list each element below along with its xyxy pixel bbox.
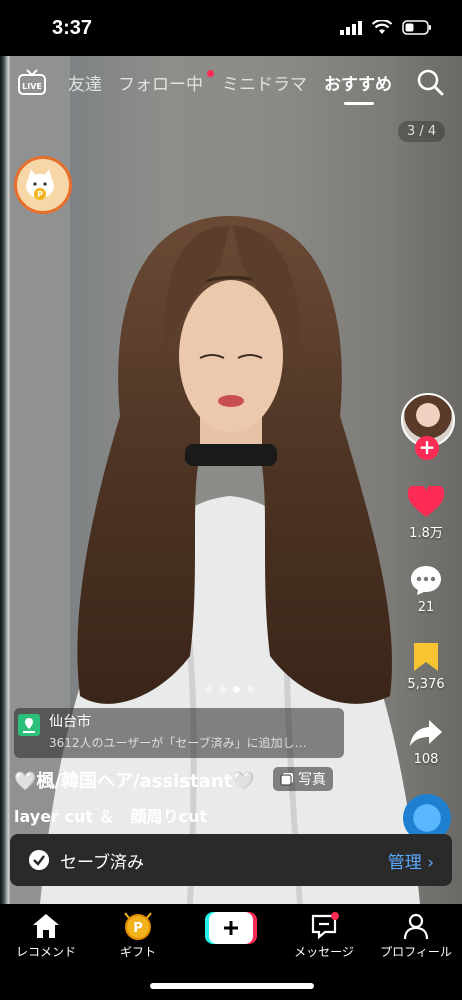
follow-plus-button[interactable]: +: [415, 436, 439, 460]
page-dot: [205, 686, 212, 693]
location-pin-icon: [18, 714, 40, 736]
svg-text:P: P: [37, 190, 43, 199]
nav-home[interactable]: レコメンド: [3, 912, 89, 960]
like-count: 1.8万: [409, 526, 443, 541]
chevron-right-icon: ›: [427, 853, 434, 873]
tab-mini-drama[interactable]: ミニドラマ: [222, 70, 307, 95]
active-tab-indicator: [344, 102, 374, 105]
page-dot: [247, 686, 254, 693]
bookmark-icon: [414, 643, 438, 671]
home-indicator: [150, 983, 314, 989]
location-anchor[interactable]: 仙台市 3612人のユーザーが「セーブ済み」に追加し…: [14, 708, 344, 758]
checkmark-icon: [29, 850, 49, 870]
bottom-navigation: レコメンド P ギフト メッセージ プロフィール: [0, 904, 462, 1000]
save-button[interactable]: 5,376: [396, 641, 456, 692]
battery-icon: [402, 20, 431, 35]
nav-gift-label: ギフト: [119, 945, 156, 959]
comment-count: 21: [417, 600, 435, 615]
create-plus-icon[interactable]: [205, 912, 257, 944]
signal-icon: [340, 20, 362, 35]
profile-icon: [403, 913, 429, 940]
live-label: LIVE: [22, 82, 42, 91]
share-count: 108: [413, 752, 439, 767]
nav-inbox[interactable]: メッセージ: [281, 912, 367, 960]
photo-pager: 3 / 4: [398, 121, 446, 142]
svg-text:P: P: [133, 921, 143, 936]
photo-page-dots: [205, 686, 254, 693]
location-subtitle: 3612人のユーザーが「セーブ済み」に追加し…: [49, 736, 307, 750]
page-dot: [219, 686, 226, 693]
coin-cat-reward-icon[interactable]: P: [14, 156, 72, 214]
wifi-icon: [372, 20, 392, 34]
inbox-icon: [311, 912, 339, 940]
save-count: 5,376: [407, 677, 445, 692]
comment-button[interactable]: 21: [396, 564, 456, 615]
nav-gift[interactable]: P ギフト: [95, 912, 181, 960]
page-dot-active: [233, 686, 240, 693]
location-name: 仙台市: [49, 714, 91, 730]
status-time: 3:37: [52, 17, 93, 39]
search-icon[interactable]: [416, 68, 444, 96]
tab-following[interactable]: フォロー中: [118, 70, 203, 95]
post-caption[interactable]: 🤍楓/韓国ヘア/assistant🤍: [14, 767, 255, 793]
like-button[interactable]: 1.8万: [396, 483, 456, 541]
tab-friends[interactable]: 友達: [68, 70, 102, 95]
photo-mode-badge: 写真: [273, 767, 333, 791]
following-notification-dot: [207, 70, 214, 77]
gift-coin-icon: P: [124, 912, 152, 940]
nav-inbox-label: メッセージ: [294, 945, 354, 959]
status-bar: 3:37: [0, 0, 462, 56]
manage-label: 管理: [387, 853, 422, 873]
nav-home-label: レコメンド: [15, 945, 76, 959]
post-caption-line-2[interactable]: layer cut ＆ 顔周りcut: [14, 803, 207, 827]
tab-for-you[interactable]: おすすめ: [324, 70, 392, 95]
photo-stack-icon: [280, 773, 293, 786]
saved-toast: セーブ済み 管理 ›: [10, 834, 452, 886]
photo-badge-label: 写真: [298, 772, 326, 788]
home-icon: [33, 914, 59, 938]
toast-message: セーブ済み: [60, 853, 144, 873]
status-icons: [340, 20, 432, 35]
nav-profile[interactable]: プロフィール: [373, 912, 459, 960]
heart-icon: [407, 483, 445, 517]
share-arrow-icon: [410, 720, 442, 746]
nav-profile-label: プロフィール: [380, 945, 452, 959]
share-button[interactable]: 108: [396, 718, 456, 767]
manage-link[interactable]: 管理 ›: [388, 848, 434, 873]
live-tv-icon[interactable]: LIVE: [17, 68, 47, 98]
comment-bubble-icon: [411, 566, 441, 595]
top-navigation: LIVE 友達 フォロー中 ミニドラマ おすすめ: [0, 56, 462, 116]
